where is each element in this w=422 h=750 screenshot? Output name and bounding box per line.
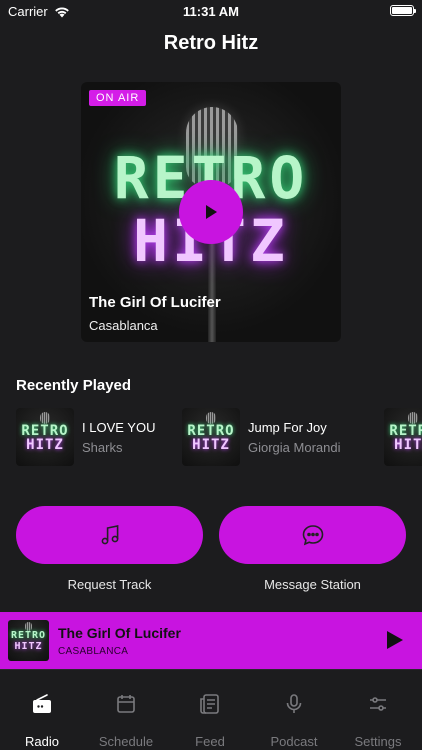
track-title: Jump For Joy <box>248 420 327 435</box>
album-art: RETRO HITZ <box>384 408 422 466</box>
tab-label: Feed <box>195 734 225 749</box>
track-artist: Giorgia Morandi <box>248 440 341 455</box>
mini-player-artist: CASABLANCA <box>58 646 129 657</box>
status-bar: Carrier 11:31 AM <box>0 0 422 22</box>
tab-podcast[interactable]: Podcast <box>252 670 336 750</box>
track-artist: Sharks <box>82 440 123 455</box>
recently-played-list[interactable]: RETRO HITZ I LOVE YOU Sharks RETRO HITZ … <box>16 408 422 468</box>
play-icon <box>387 631 403 649</box>
music-note-icon <box>101 525 118 545</box>
mini-art-logo-top: RETRO <box>10 630 47 641</box>
request-track-button[interactable] <box>16 506 203 564</box>
mini-player-art: RETRO HITZ <box>8 620 49 661</box>
sliders-icon <box>370 697 386 711</box>
tab-feed[interactable]: Feed <box>168 670 252 750</box>
tab-label: Podcast <box>270 734 318 749</box>
tab-settings[interactable]: Settings <box>336 670 420 750</box>
list-item[interactable]: RETRO HITZ <box>384 408 422 466</box>
chat-bubble-icon <box>302 525 323 546</box>
album-art-logo-bottom: HITZ <box>192 437 230 453</box>
track-title: I LOVE YOU <box>82 420 156 435</box>
page-title: Retro Hitz <box>163 32 259 54</box>
now-playing-card[interactable]: RETRO HITZ ON AIR The Girl Of Lucifer Ca… <box>81 82 341 342</box>
microphone-icon <box>286 694 302 713</box>
radio-icon <box>33 694 51 713</box>
tab-radio[interactable]: Radio <box>0 670 84 750</box>
mini-player[interactable]: RETRO HITZ The Girl Of Lucifer CASABLANC… <box>0 612 422 669</box>
news-icon <box>200 694 219 714</box>
recently-played-heading: Recently Played <box>16 377 132 394</box>
tab-label: Radio <box>25 734 59 749</box>
tab-schedule[interactable]: Schedule <box>84 670 168 750</box>
mini-art-logo-bottom: HITZ <box>14 641 43 652</box>
status-right <box>390 5 416 16</box>
list-item[interactable]: RETRO HITZ Jump For Joy Giorgia Morandi <box>182 408 341 466</box>
list-item[interactable]: RETRO HITZ I LOVE YOU Sharks <box>16 408 155 466</box>
album-art-logo-bottom: HITZ <box>394 437 422 453</box>
tab-label: Schedule <box>98 734 154 749</box>
battery-icon <box>390 5 416 16</box>
tab-bar: Radio Schedule Feed Podcast Settings <box>0 669 422 750</box>
album-art: RETRO HITZ <box>182 408 240 466</box>
album-art-logo-bottom: HITZ <box>26 437 64 453</box>
now-playing-artist: Casablanca <box>89 318 158 333</box>
request-track-label: Request Track <box>67 577 152 592</box>
album-art: RETRO HITZ <box>16 408 74 466</box>
message-station-button[interactable] <box>219 506 406 564</box>
play-button[interactable] <box>179 180 243 244</box>
mini-play-button[interactable] <box>382 628 406 652</box>
tab-label: Settings <box>354 734 402 749</box>
message-station-label: Message Station <box>264 577 361 592</box>
now-playing-title: The Girl Of Lucifer <box>89 294 221 311</box>
on-air-badge: ON AIR <box>89 90 147 106</box>
status-time: 11:31 AM <box>183 4 239 19</box>
mini-player-title: The Girl Of Lucifer <box>58 625 181 641</box>
calendar-icon <box>117 695 135 713</box>
play-icon <box>206 205 217 219</box>
